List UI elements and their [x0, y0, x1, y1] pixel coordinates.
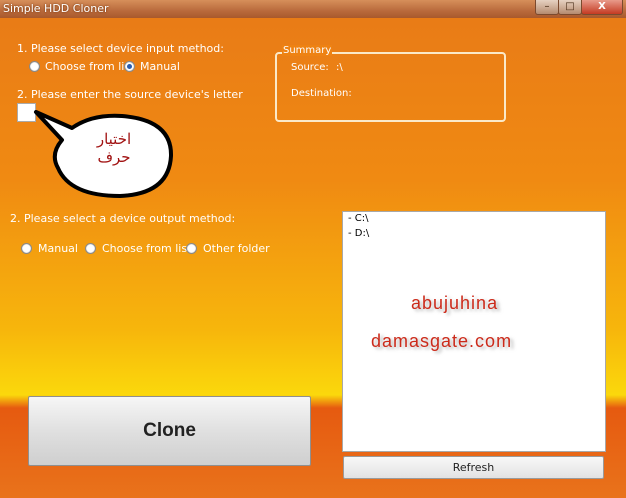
- watermark-line-1: abujuhina: [411, 293, 499, 313]
- output-manual-label[interactable]: Manual: [38, 242, 78, 255]
- summary-legend: Summary: [282, 45, 333, 56]
- window-title: Simple HDD Cloner: [3, 2, 109, 15]
- source-letter-prompt: 2. Please enter the source device's lett…: [17, 88, 243, 101]
- output-method-heading: 2. Please select a device output method:: [10, 212, 236, 225]
- output-other-folder-radio[interactable]: [186, 243, 197, 254]
- callout-line-2: حرف: [97, 148, 131, 166]
- drive-list-item[interactable]: - C:\: [348, 213, 369, 224]
- maximize-button[interactable]: □: [558, 0, 582, 15]
- input-choose-from-list-label[interactable]: Choose from list: [45, 60, 134, 73]
- refresh-button[interactable]: Refresh: [343, 456, 604, 479]
- watermark-line-2: damasgate.com: [371, 331, 513, 351]
- output-other-folder-label[interactable]: Other folder: [203, 242, 270, 255]
- summary-source-value: :\: [336, 62, 343, 73]
- clone-button[interactable]: Clone: [28, 396, 311, 466]
- output-choose-from-list-radio[interactable]: [85, 243, 96, 254]
- input-method-heading: 1. Please select device input method:: [17, 42, 224, 55]
- callout-line-1: اختيار: [96, 130, 132, 148]
- title-bar[interactable]: Simple HDD Cloner – □ X: [0, 0, 626, 18]
- callout-text: اختيار حرف: [70, 130, 158, 166]
- summary-source-label: Source:: [291, 62, 329, 73]
- app-window: Simple HDD Cloner – □ X 1. Please select…: [0, 0, 626, 498]
- output-manual-radio[interactable]: [21, 243, 32, 254]
- input-manual-label[interactable]: Manual: [140, 60, 180, 73]
- summary-destination-label: Destination:: [291, 88, 352, 99]
- minimize-button[interactable]: –: [535, 0, 559, 15]
- input-choose-from-list-radio[interactable]: [29, 61, 40, 72]
- drive-list-item[interactable]: - D:\: [348, 228, 369, 239]
- input-manual-radio[interactable]: [124, 61, 135, 72]
- output-choose-from-list-label[interactable]: Choose from list: [102, 242, 191, 255]
- close-button[interactable]: X: [581, 0, 623, 15]
- drive-list[interactable]: - C:\ - D:\ abujuhina damasgate.com: [342, 211, 606, 452]
